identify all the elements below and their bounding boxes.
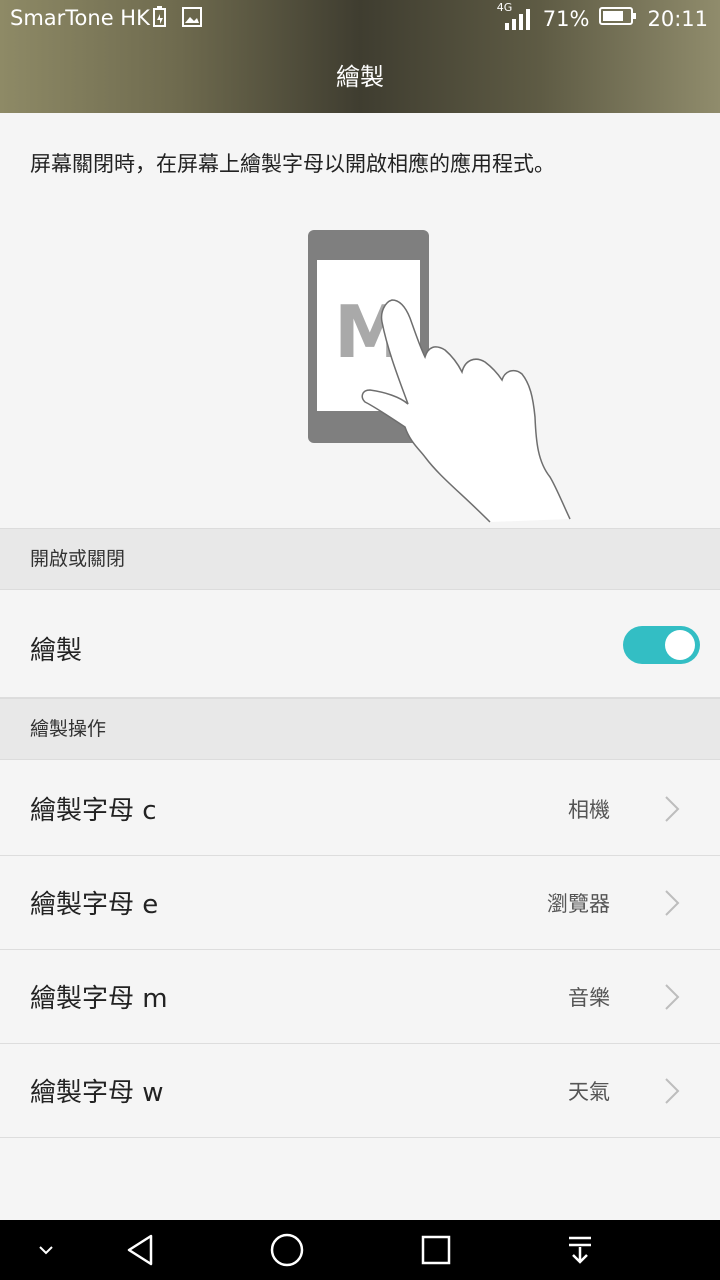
section-header-toggle: 開啟或關閉 (0, 528, 720, 590)
chevron-right-icon (665, 984, 680, 1010)
toggle-knob (665, 630, 695, 660)
draw-toggle-label: 繪製 (30, 636, 83, 666)
app-header: SmarTone HK 4G 71% 20:11 繪製 (0, 0, 720, 113)
hand-icon (361, 299, 571, 523)
chevron-right-icon (665, 1078, 680, 1104)
navigation-bar (0, 1220, 720, 1280)
list-item-value: 天氣 (568, 1080, 610, 1104)
status-bar: SmarTone HK 4G 71% 20:11 (0, 0, 720, 36)
battery-saver-icon (150, 6, 170, 33)
battery-percent: 71% (542, 6, 590, 31)
notification-pulldown-icon[interactable] (552, 1220, 608, 1280)
back-icon[interactable] (112, 1220, 168, 1280)
home-icon[interactable] (259, 1220, 315, 1280)
gesture-description: 屏幕關閉時，在屏幕上繪製字母以開啟相應的應用程式。 (30, 152, 555, 176)
list-item-draw-w[interactable]: 繪製字母 w 天氣 (0, 1044, 720, 1138)
draw-toggle-row[interactable]: 繪製 (0, 590, 720, 698)
clock: 20:11 (647, 6, 708, 31)
list-item-value: 音樂 (568, 986, 610, 1010)
list-item-label: 繪製字母 c (30, 796, 157, 826)
signal-icon: 4G (497, 1, 533, 31)
list-item-label: 繪製字母 w (30, 1078, 164, 1108)
draw-toggle-switch[interactable] (623, 626, 700, 664)
section-header-actions: 繪製操作 (0, 698, 720, 760)
list-item-draw-m[interactable]: 繪製字母 m 音樂 (0, 950, 720, 1044)
battery-icon (599, 6, 637, 31)
list-item-label: 繪製字母 m (30, 984, 168, 1014)
chevron-right-icon (665, 890, 680, 916)
list-item-draw-c[interactable]: 繪製字母 c 相機 (0, 762, 720, 856)
carrier-name: SmarTone HK (10, 6, 150, 30)
list-item-label: 繪製字母 e (30, 890, 159, 920)
list-item-draw-e[interactable]: 繪製字母 e 瀏覽器 (0, 856, 720, 950)
chevron-right-icon (665, 796, 680, 822)
list-item-value: 瀏覽器 (547, 892, 610, 916)
list-item-value: 相機 (568, 798, 610, 822)
gesture-illustration: M (290, 222, 580, 528)
page-title: 繪製 (336, 63, 384, 91)
collapse-icon[interactable] (26, 1220, 66, 1280)
recents-icon[interactable] (408, 1220, 464, 1280)
image-icon (182, 6, 202, 33)
